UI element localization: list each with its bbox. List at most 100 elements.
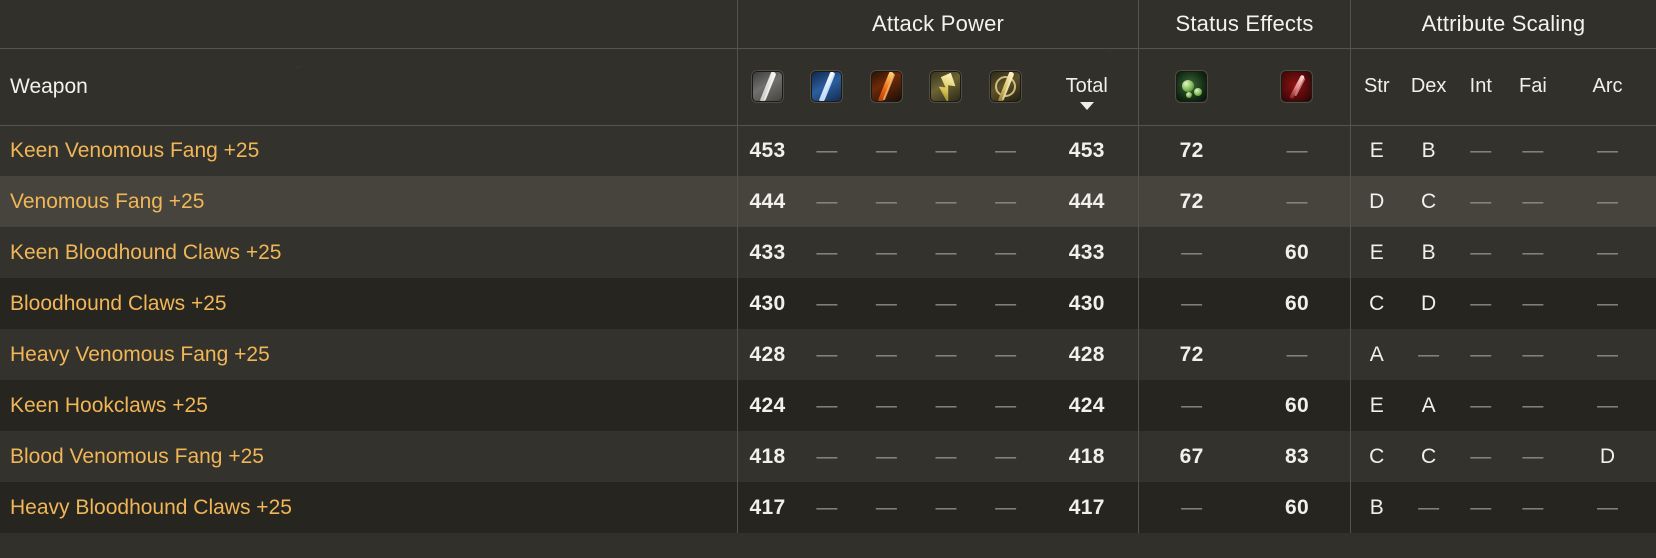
table-row[interactable]: Keen Venomous Fang +25 453— — — —453 72— E B — — — [0,125,1656,176]
attribute-scaling-cell: — [1470,189,1492,213]
attribute-scaling-cell: — [1596,240,1618,264]
attribute-scaling-cell: — [1470,240,1492,264]
status-effect-cell: 72 [1138,329,1244,380]
total-attack-cell: 430 [1068,291,1105,315]
attack-power-cell: — [816,291,838,315]
attack-power-cell: — [816,444,838,468]
table-row[interactable]: Blood Venomous Fang +25 418— — — —418 67 83 C C —… [0,431,1656,482]
column-header-physical[interactable] [736,48,798,126]
status-effect-cell: 67 [1138,431,1244,482]
weapon-name-cell[interactable]: Heavy Venomous Fang +25 [0,329,737,380]
weapon-name-cell[interactable]: Blood Venomous Fang +25 [0,431,737,482]
status-effect-cell: 60 [1284,393,1309,417]
lightning-damage-icon [930,71,962,102]
attribute-scaling-cell: B [1421,240,1436,264]
attribute-scaling-cell: A [1421,393,1436,417]
attribute-scaling-cell: C [1421,189,1437,213]
column-header-fire[interactable] [856,48,917,126]
attribute-scaling-cell: — [1596,138,1618,162]
total-attack-cell: 453 [1068,138,1105,162]
header-group-row: Attack Power Status Effects Attribute Sc… [0,0,1656,49]
attribute-scaling-cell: — [1522,291,1544,315]
weapon-name-cell[interactable]: Keen Venomous Fang +25 [0,125,737,176]
column-header-int[interactable]: Int [1454,48,1507,126]
status-effects-label: Status Effects [1175,10,1314,36]
header-column-row: Weapon Total Str Dex Int Fai Arc [0,48,1656,126]
column-header-total[interactable]: Total [1035,48,1139,126]
attribute-scaling-cell: — [1596,342,1618,366]
dex-label: Dex [1410,75,1447,97]
attribute-scaling-cell: — [1418,495,1440,519]
attack-power-cell: — [816,495,838,519]
attribute-scaling-cell: — [1522,393,1544,417]
attack-power-cell: — [995,138,1017,162]
status-effect-cell: — [1138,482,1244,533]
column-header-lightning[interactable] [916,48,976,126]
attack-power-cell: 430 [736,278,798,329]
attack-power-cell: — [875,444,897,468]
table-row[interactable]: Venomous Fang +25 444— — — —444 72— D C — — — [0,176,1656,227]
int-label: Int [1469,75,1492,97]
header-group-status-effects: Status Effects [1138,0,1351,49]
bleed-status-icon [1281,71,1313,102]
column-header-magic[interactable] [797,48,857,126]
table-row[interactable]: Heavy Venomous Fang +25 428— — — —428 72— A — — —… [0,329,1656,380]
column-header-fai[interactable]: Fai [1506,48,1559,126]
weapon-name-cell[interactable]: Bloodhound Claws +25 [0,278,737,329]
weapon-name-cell[interactable]: Venomous Fang +25 [0,176,737,227]
attack-power-cell: — [935,291,957,315]
attribute-scaling-cell: C [1349,431,1403,482]
column-header-bleed[interactable] [1244,48,1351,126]
status-effect-cell: — [1286,138,1308,162]
attack-power-cell: — [816,189,838,213]
attack-power-cell: 424 [736,380,798,431]
column-header-dex[interactable]: Dex [1402,48,1455,126]
attribute-scaling-cell: — [1522,189,1544,213]
weapon-name-cell[interactable]: Keen Hookclaws +25 [0,380,737,431]
column-header-str[interactable]: Str [1349,48,1403,126]
column-header-holy[interactable] [975,48,1036,126]
table-row[interactable]: Bloodhound Claws +25 430— — — —430—60 C D — — — [0,278,1656,329]
column-header-poison[interactable] [1138,48,1244,126]
attribute-scaling-cell: B [1349,482,1403,533]
attribute-scaling-cell: D [1599,444,1616,468]
attack-power-cell: — [875,240,897,264]
attack-power-cell: — [935,495,957,519]
total-attack-cell: 433 [1068,240,1105,264]
attack-power-cell: — [995,444,1017,468]
attribute-scaling-cell: — [1470,495,1492,519]
attack-power-cell: — [875,189,897,213]
table-row[interactable]: Keen Hookclaws +25 424— — — —424—60 E A — — — [0,380,1656,431]
column-header-weapon[interactable]: Weapon [0,48,738,126]
attack-power-cell: — [935,393,957,417]
attribute-scaling-cell: — [1596,189,1618,213]
attribute-scaling-cell: C [1349,278,1403,329]
table-body: Keen Venomous Fang +25 453— — — —453 72— E B — — —… [0,125,1656,533]
attack-power-cell: 453 [736,125,798,176]
str-label: Str [1363,75,1390,97]
magic-damage-icon [811,71,843,102]
column-header-arc[interactable]: Arc [1558,48,1656,126]
table-row[interactable]: Keen Bloodhound Claws +25 433— — — —433—60 E B… [0,227,1656,278]
attribute-scaling-cell: — [1596,291,1618,315]
weapon-name-cell[interactable]: Heavy Bloodhound Claws +25 [0,482,737,533]
table-row[interactable]: Heavy Bloodhound Claws +25 417— — — —417—60 B… [0,482,1656,533]
status-effect-cell: 83 [1284,444,1309,468]
attack-power-cell: — [875,342,897,366]
attack-power-cell: — [875,138,897,162]
status-effect-cell: 72 [1138,176,1244,227]
total-label: Total [1065,75,1108,97]
attack-power-cell: — [875,495,897,519]
total-attack-cell: 417 [1068,495,1105,519]
status-effect-cell: 60 [1284,291,1309,315]
attribute-scaling-cell: — [1522,495,1544,519]
weapon-name-cell[interactable]: Keen Bloodhound Claws +25 [0,227,737,278]
attack-power-cell: — [816,342,838,366]
attribute-scaling-cell: — [1470,342,1492,366]
attribute-scaling-cell: A [1349,329,1403,380]
poison-status-icon [1176,71,1208,102]
attack-power-cell: — [935,444,957,468]
attribute-scaling-cell: — [1418,342,1440,366]
status-effect-cell: — [1286,342,1308,366]
sort-descending-arrow-icon[interactable] [1079,102,1094,110]
